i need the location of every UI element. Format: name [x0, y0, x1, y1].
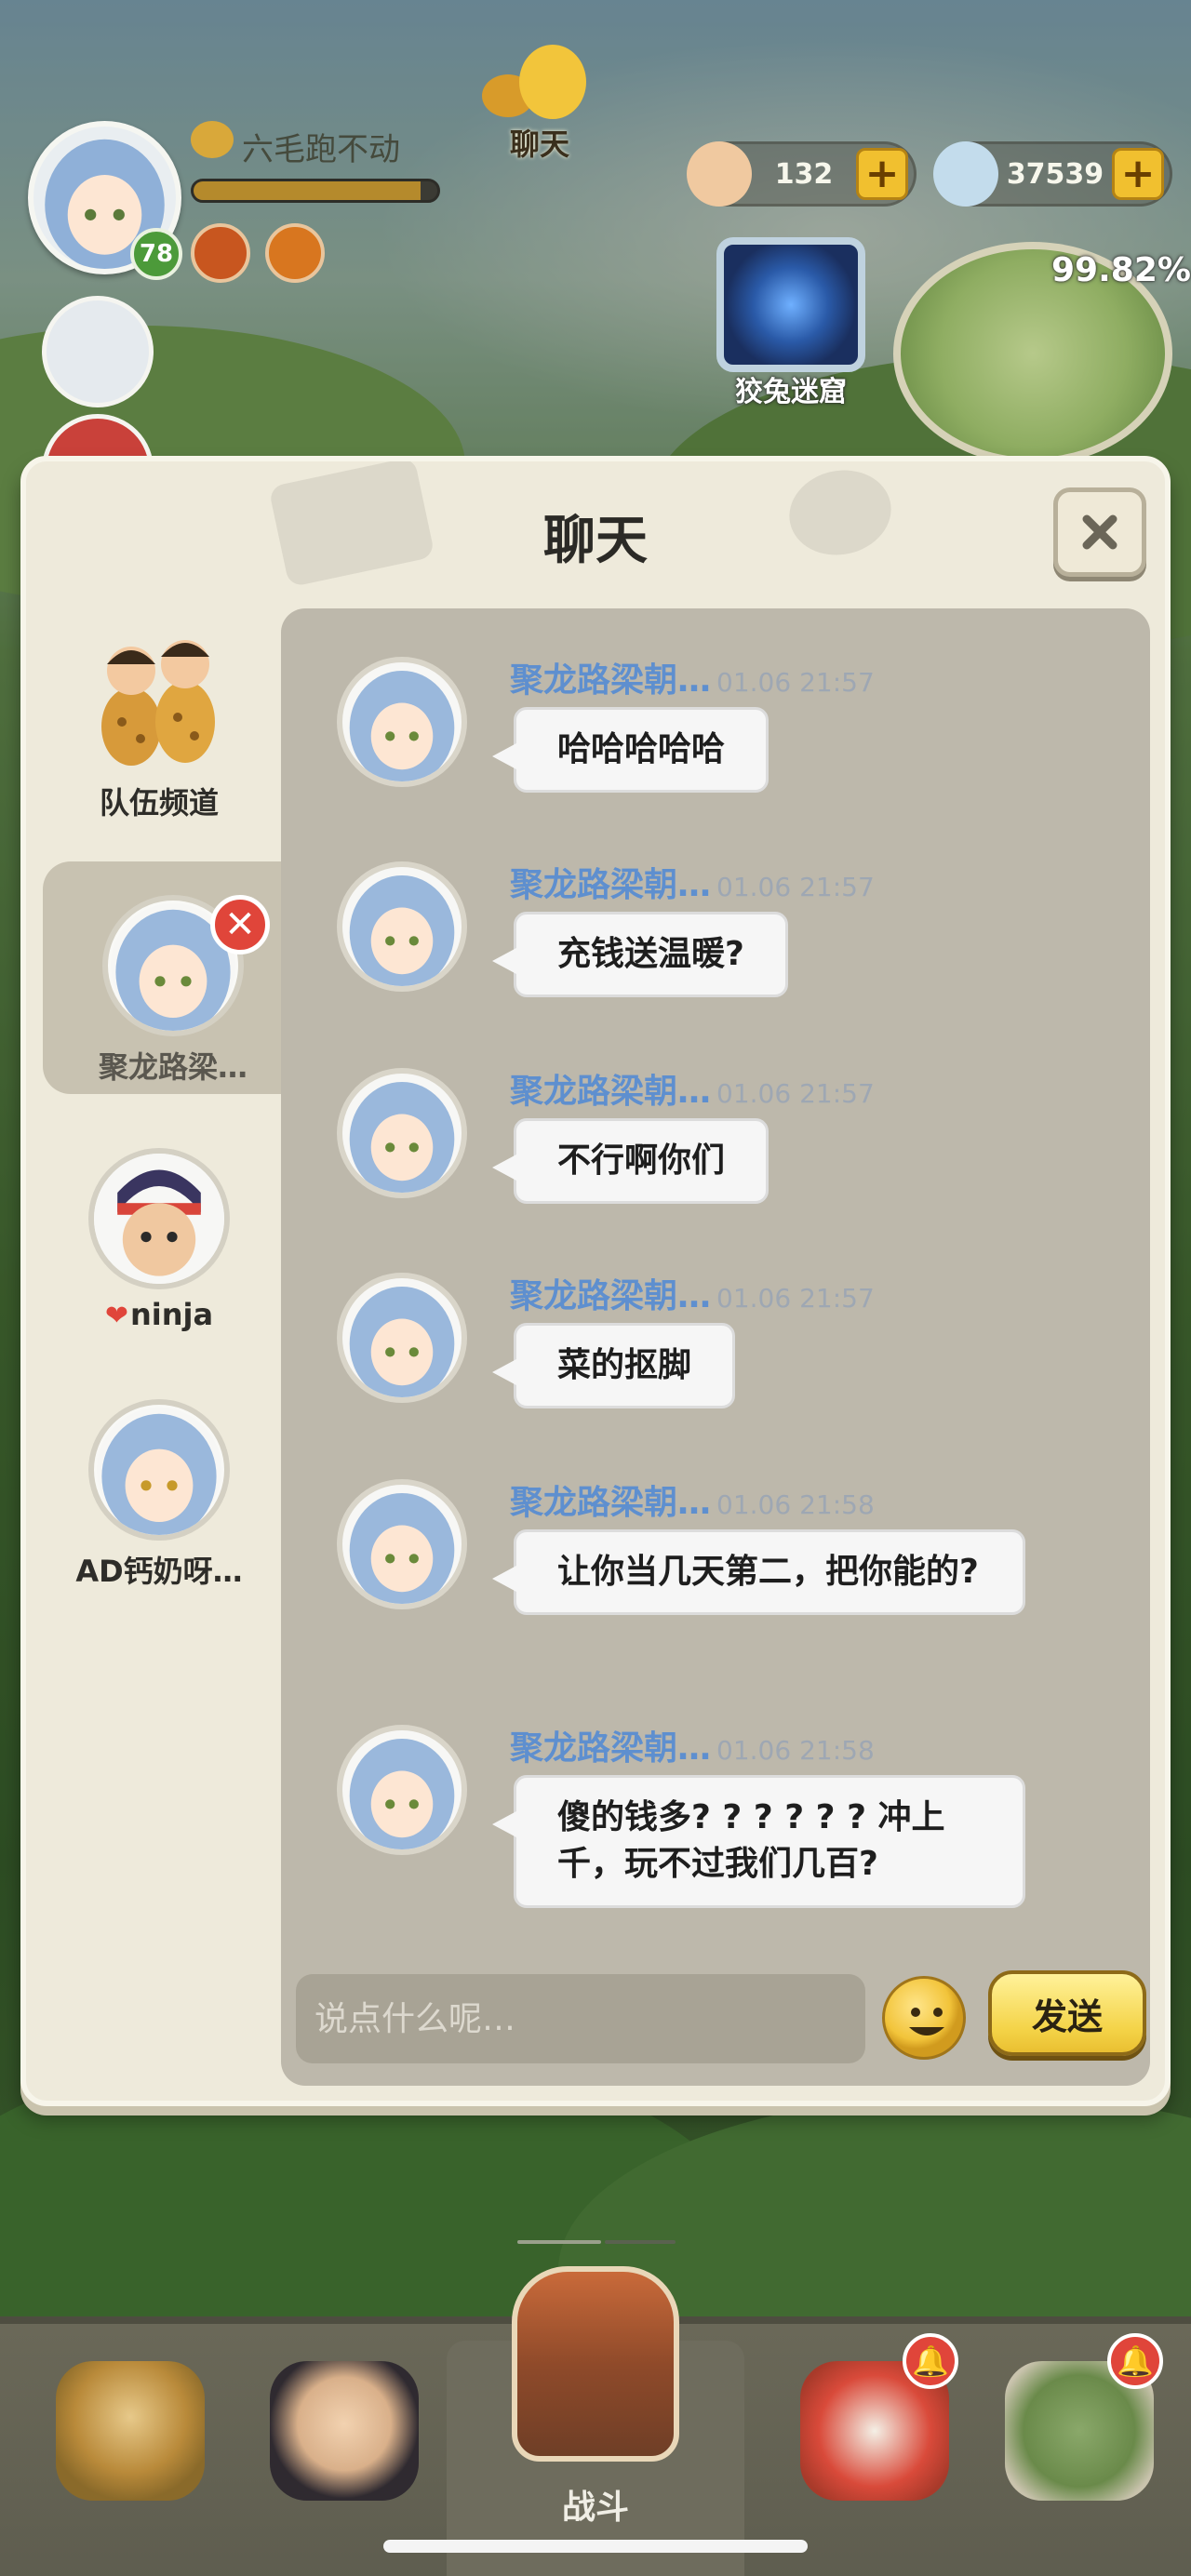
- channel-label: ninja: [130, 1297, 214, 1332]
- close-icon: [1082, 514, 1117, 550]
- remove-channel-button[interactable]: ✕: [210, 895, 270, 954]
- gift-icon[interactable]: [265, 223, 325, 283]
- nav-tab-hero[interactable]: [233, 2342, 456, 2566]
- message-time: 01.06 21:57: [716, 1078, 875, 1109]
- nav-tab-tribe[interactable]: [19, 2342, 242, 2566]
- message-bubble: 哈哈哈哈哈: [491, 707, 769, 794]
- sender-name[interactable]: 聚龙路梁朝…: [510, 1073, 711, 1111]
- totem-mask-icon: [512, 2266, 679, 2462]
- message-header: 聚龙路梁朝… 01.06 21:57: [510, 1269, 875, 1317]
- channel-label: AD钙奶呀…: [75, 1554, 243, 1589]
- message-header: 聚龙路梁朝… 01.06 21:58: [510, 1721, 875, 1769]
- chat-shortcut[interactable]: 聊天: [475, 37, 605, 162]
- player-name: 六毛跑不动: [242, 131, 400, 168]
- message-bubble: 不行啊你们: [491, 1118, 769, 1205]
- sender-name[interactable]: 聚龙路梁朝…: [510, 866, 711, 904]
- nav-tab-pets[interactable]: 🔔: [763, 2333, 986, 2566]
- gem-value: 37539: [1006, 157, 1104, 191]
- meat-icon: [687, 141, 752, 207]
- channel-team[interactable]: 队伍频道: [43, 629, 275, 822]
- message-time: 01.06 21:58: [716, 1489, 875, 1520]
- chat-input[interactable]: [296, 1974, 865, 2063]
- nav-battle-label: 战斗: [561, 2489, 629, 2527]
- chat-shortcut-label: 聊天: [509, 127, 569, 162]
- level-badge: 78: [130, 228, 182, 280]
- send-button[interactable]: 发送: [988, 1970, 1146, 2056]
- home-indicator[interactable]: [383, 2540, 808, 2553]
- buff-icon[interactable]: [191, 223, 250, 283]
- add-coins-button[interactable]: +: [856, 148, 908, 200]
- ninja-boy-icon: [94, 1154, 224, 1284]
- blue-hair-girl-icon: [349, 874, 455, 986]
- cave-label: 狡兔迷窟: [735, 376, 847, 408]
- message-header: 聚龙路梁朝… 01.06 21:57: [510, 858, 875, 906]
- message-bubble: 傻的钱多? ? ? ? ? ? 冲上千，玩不过我们几百?: [492, 1775, 1025, 1908]
- sender-name[interactable]: 聚龙路梁朝…: [510, 1277, 711, 1315]
- blue-hair-girl-icon: [349, 1492, 455, 1604]
- notification-bell-icon: 🔔: [903, 2333, 958, 2389]
- smiley-icon: [909, 2008, 944, 2035]
- message-bubble: 菜的抠脚: [491, 1323, 736, 1409]
- coin-counter: 132 +: [687, 141, 917, 207]
- hero-face-icon: [270, 2361, 419, 2501]
- tribe-hut-icon: [56, 2361, 205, 2501]
- blue-hair-girl-icon: [349, 1738, 455, 1849]
- avatar[interactable]: [337, 1479, 467, 1609]
- blue-hair-girl-icon: [349, 1081, 455, 1193]
- notification-bell-icon: 🔔: [1107, 2333, 1163, 2389]
- channel-label: 队伍频道: [99, 785, 219, 821]
- message-header: 聚龙路梁朝… 01.06 21:58: [510, 1475, 875, 1524]
- channel-label: 聚龙路梁…: [98, 1049, 248, 1085]
- coin-value: 132: [774, 157, 834, 191]
- message-header: 聚龙路梁朝… 01.06 21:57: [510, 653, 875, 701]
- avatar: [88, 1148, 230, 1289]
- cave-portal-icon[interactable]: [716, 237, 865, 372]
- message-bubble: 让你当几天第二，把你能的?: [492, 1529, 1025, 1616]
- exp-bar: [191, 179, 440, 203]
- blue-hair-girl-icon: [349, 670, 455, 781]
- avatar[interactable]: [337, 861, 467, 992]
- page-dot: [605, 2240, 676, 2244]
- smiley-icon: [191, 121, 234, 158]
- message-header: 聚龙路梁朝… 01.06 21:57: [510, 1064, 875, 1113]
- heart-icon: ❤: [104, 1300, 129, 1332]
- channel-private-selected[interactable]: ✕ 聚龙路梁…: [43, 861, 303, 1094]
- message-time: 01.06 21:57: [716, 1283, 875, 1314]
- blue-hair-girl-icon: [101, 1413, 217, 1535]
- exp-bar-fill: [194, 181, 421, 200]
- map-percent: 99.82%: [1051, 251, 1191, 289]
- nav-tab-shop[interactable]: 🔔: [968, 2333, 1191, 2566]
- chat-panel: 聊天 队伍频道 ✕ 聚龙路梁… ❤ninja AD钙奶呀… 聚龙路梁朝… 01.…: [20, 456, 1171, 2106]
- blue-hair-girl-icon: [349, 1286, 455, 1397]
- page-indicator: [517, 2240, 676, 2244]
- avatar[interactable]: [337, 1068, 467, 1198]
- channel-label-row: ❤ninja: [43, 1297, 275, 1332]
- message-bubble: 充钱送温暖?: [492, 912, 788, 998]
- message-time: 01.06 21:57: [716, 872, 875, 902]
- add-gems-button[interactable]: +: [1112, 148, 1164, 200]
- message-time: 01.06 21:58: [716, 1735, 875, 1766]
- page-dot-active: [517, 2240, 601, 2244]
- close-button[interactable]: [1053, 487, 1146, 577]
- teammate-avatar[interactable]: [42, 296, 154, 407]
- avatar[interactable]: [337, 1273, 467, 1403]
- caveman-duo-icon: [101, 640, 215, 766]
- message-time: 01.06 21:57: [716, 667, 875, 698]
- panel-title: 聊天: [543, 511, 648, 571]
- bottom-nav: 战斗 🔔 🔔: [0, 2266, 1191, 2576]
- gem-counter: 37539 +: [933, 141, 1172, 207]
- avatar[interactable]: [337, 657, 467, 787]
- sender-name[interactable]: 聚龙路梁朝…: [510, 1729, 711, 1768]
- channel-private[interactable]: ❤ninja: [43, 1148, 275, 1332]
- sender-name[interactable]: 聚龙路梁朝…: [510, 1484, 711, 1522]
- avatar[interactable]: [337, 1725, 467, 1855]
- avatar: [88, 1399, 230, 1541]
- shell-icon: [933, 141, 998, 207]
- message-list[interactable]: 聚龙路梁朝… 01.06 21:57 哈哈哈哈哈 聚龙路梁朝… 01.06 21:5…: [281, 608, 1150, 2086]
- sender-name[interactable]: 聚龙路梁朝…: [510, 661, 711, 700]
- emoji-button[interactable]: [882, 1976, 966, 2060]
- channel-private[interactable]: AD钙奶呀…: [43, 1399, 275, 1591]
